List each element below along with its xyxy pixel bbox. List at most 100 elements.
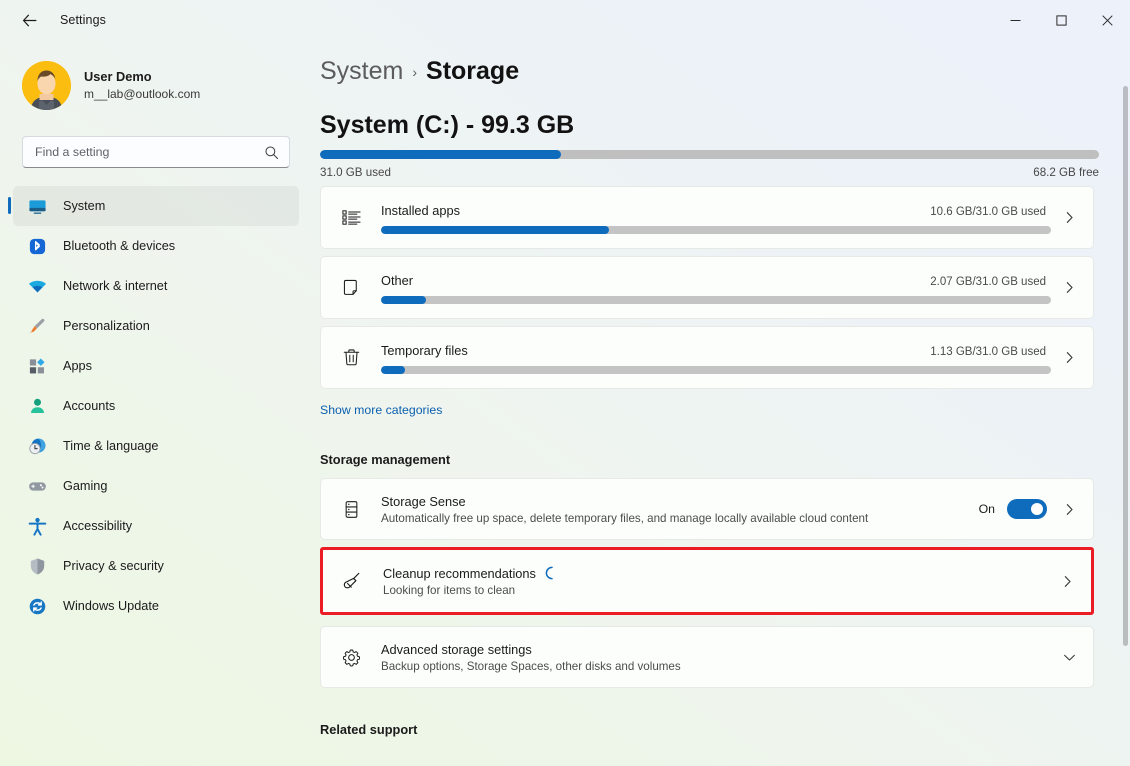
sidebar-item-network-internet[interactable]: Network & internet (13, 266, 299, 306)
storage-sense-toggle[interactable] (1007, 499, 1047, 519)
sidebar-item-privacy-security[interactable]: Privacy & security (13, 546, 299, 586)
minimize-icon (1010, 19, 1020, 21)
main-content: System › Storage System (C:) - 99.3 GB 3… (312, 40, 1130, 766)
minimize-button[interactable] (992, 0, 1038, 40)
page-title: Storage (426, 57, 520, 85)
storage-category-installed-apps[interactable]: Installed apps 10.6 GB/31.0 GB used (320, 186, 1094, 249)
drive-usage-legend: 31.0 GB used 68.2 GB free (320, 166, 1099, 179)
drive-usage-bar (320, 150, 1099, 159)
sidebar-item-windows-update[interactable]: Windows Update (13, 586, 299, 626)
sidebar-item-accessibility[interactable]: Accessibility (13, 506, 299, 546)
advanced-storage-title: Advanced storage settings (381, 641, 532, 657)
category-usage-fill (381, 296, 426, 304)
list-icon (338, 207, 364, 228)
chevron-right-icon (1055, 575, 1079, 588)
sidebar-item-label: Privacy & security (63, 559, 164, 573)
app-title: Settings (60, 13, 106, 27)
category-usage-bar (381, 366, 1051, 374)
gear-icon (338, 647, 364, 668)
search-box[interactable] (22, 136, 290, 168)
chevron-right-icon (1057, 503, 1081, 516)
accessibility-icon (27, 516, 47, 536)
toggle-knob (1031, 503, 1043, 515)
sidebar-item-personalization[interactable]: Personalization (13, 306, 299, 346)
category-used-label: 2.07 GB/31.0 GB used (930, 276, 1046, 288)
sidebar-item-bluetooth-devices[interactable]: Bluetooth & devices (13, 226, 299, 266)
storage-sense-toggle-state: On (978, 502, 995, 516)
user-profile[interactable]: User Demo m__lab@outlook.com (0, 40, 312, 116)
avatar-illustration-icon (22, 60, 71, 110)
category-used-label: 1.13 GB/31.0 GB used (930, 346, 1046, 358)
wifi-icon (27, 276, 47, 296)
window-controls (992, 0, 1130, 40)
bluetooth-icon (27, 236, 47, 256)
sidebar-item-accounts[interactable]: Accounts (13, 386, 299, 426)
loading-spinner-icon (545, 566, 559, 580)
profile-name: User Demo (84, 69, 152, 85)
advanced-storage-settings-card[interactable]: Advanced storage settings Backup options… (320, 626, 1094, 688)
apps-icon (27, 356, 47, 376)
breadcrumb-parent[interactable]: System (320, 57, 403, 86)
sidebar-item-label: System (63, 199, 106, 213)
storage-category-other[interactable]: Other 2.07 GB/31.0 GB used (320, 256, 1094, 319)
storage-sense-card[interactable]: Storage Sense Automatically free up spac… (320, 478, 1094, 540)
category-name: Installed apps (381, 203, 460, 218)
main-scrollbar[interactable] (1123, 86, 1128, 766)
category-body: Other 2.07 GB/31.0 GB used (381, 271, 1051, 304)
cleanup-recommendations-card[interactable]: Cleanup recommendations Looking for item… (323, 550, 1091, 612)
chevron-right-icon: › (412, 64, 418, 80)
paintbrush-icon (27, 316, 47, 336)
sidebar-item-system[interactable]: System (8, 186, 299, 226)
category-usage-bar (381, 296, 1051, 304)
back-arrow-icon (22, 14, 36, 26)
scrollbar-thumb[interactable] (1123, 86, 1128, 646)
broom-icon (340, 570, 366, 592)
storage-sense-body: Storage Sense Automatically free up spac… (381, 494, 979, 525)
gamepad-icon (27, 476, 47, 496)
sidebar-item-label: Personalization (63, 319, 150, 333)
storage-sense-description: Automatically free up space, delete temp… (381, 511, 869, 525)
sidebar-item-label: Network & internet (63, 279, 168, 293)
category-usage-fill (381, 226, 609, 234)
storage-management-heading: Storage management (320, 452, 451, 467)
breadcrumb: System › Storage (320, 40, 1130, 86)
sidebar-item-label: Time & language (63, 439, 159, 453)
related-support-heading: Related support (320, 722, 418, 737)
drive-usage-fill (320, 150, 562, 159)
sidebar-item-label: Bluetooth & devices (63, 239, 176, 253)
back-button[interactable] (10, 5, 48, 35)
storage-sense-title: Storage Sense (381, 493, 466, 509)
category-name: Temporary files (381, 343, 468, 358)
drive-used-label: 31.0 GB used (320, 166, 391, 179)
advanced-storage-description: Backup options, Storage Spaces, other di… (381, 659, 681, 673)
category-body: Installed apps 10.6 GB/31.0 GB used (381, 201, 1051, 234)
category-name: Other (381, 273, 414, 288)
chevron-right-icon (1057, 281, 1081, 294)
cleanup-recommendations-description: Looking for items to clean (383, 583, 516, 597)
close-icon (1101, 14, 1113, 26)
maximize-button[interactable] (1038, 0, 1084, 40)
storage-category-temporary-files[interactable]: Temporary files 1.13 GB/31.0 GB used (320, 326, 1094, 389)
update-icon (27, 596, 47, 616)
category-used-label: 10.6 GB/31.0 GB used (930, 206, 1046, 218)
drive-free-label: 68.2 GB free (1033, 166, 1099, 179)
sidebar-item-time-language[interactable]: Time & language (13, 426, 299, 466)
sidebar-item-apps[interactable]: Apps (13, 346, 299, 386)
chevron-down-icon[interactable] (1057, 651, 1081, 664)
title-bar: Settings (0, 0, 1130, 40)
profile-email: m__lab@outlook.com (84, 86, 201, 101)
sidebar-item-gaming[interactable]: Gaming (13, 466, 299, 506)
trash-icon (338, 347, 364, 368)
category-usage-bar (381, 226, 1051, 234)
drive-title: System (C:) - 99.3 GB (320, 111, 575, 139)
storage-sense-toggle-group[interactable]: On (979, 499, 1047, 519)
clock-globe-icon (27, 436, 47, 456)
search-input[interactable] (35, 145, 264, 159)
monitor-icon (27, 196, 47, 216)
category-body: Temporary files 1.13 GB/31.0 GB used (381, 341, 1051, 374)
close-button[interactable] (1084, 0, 1130, 40)
show-more-categories-link[interactable]: Show more categories (320, 403, 442, 417)
sidebar-item-label: Windows Update (63, 599, 159, 613)
sidebar-item-label: Gaming (63, 479, 108, 493)
server-icon (338, 499, 364, 520)
